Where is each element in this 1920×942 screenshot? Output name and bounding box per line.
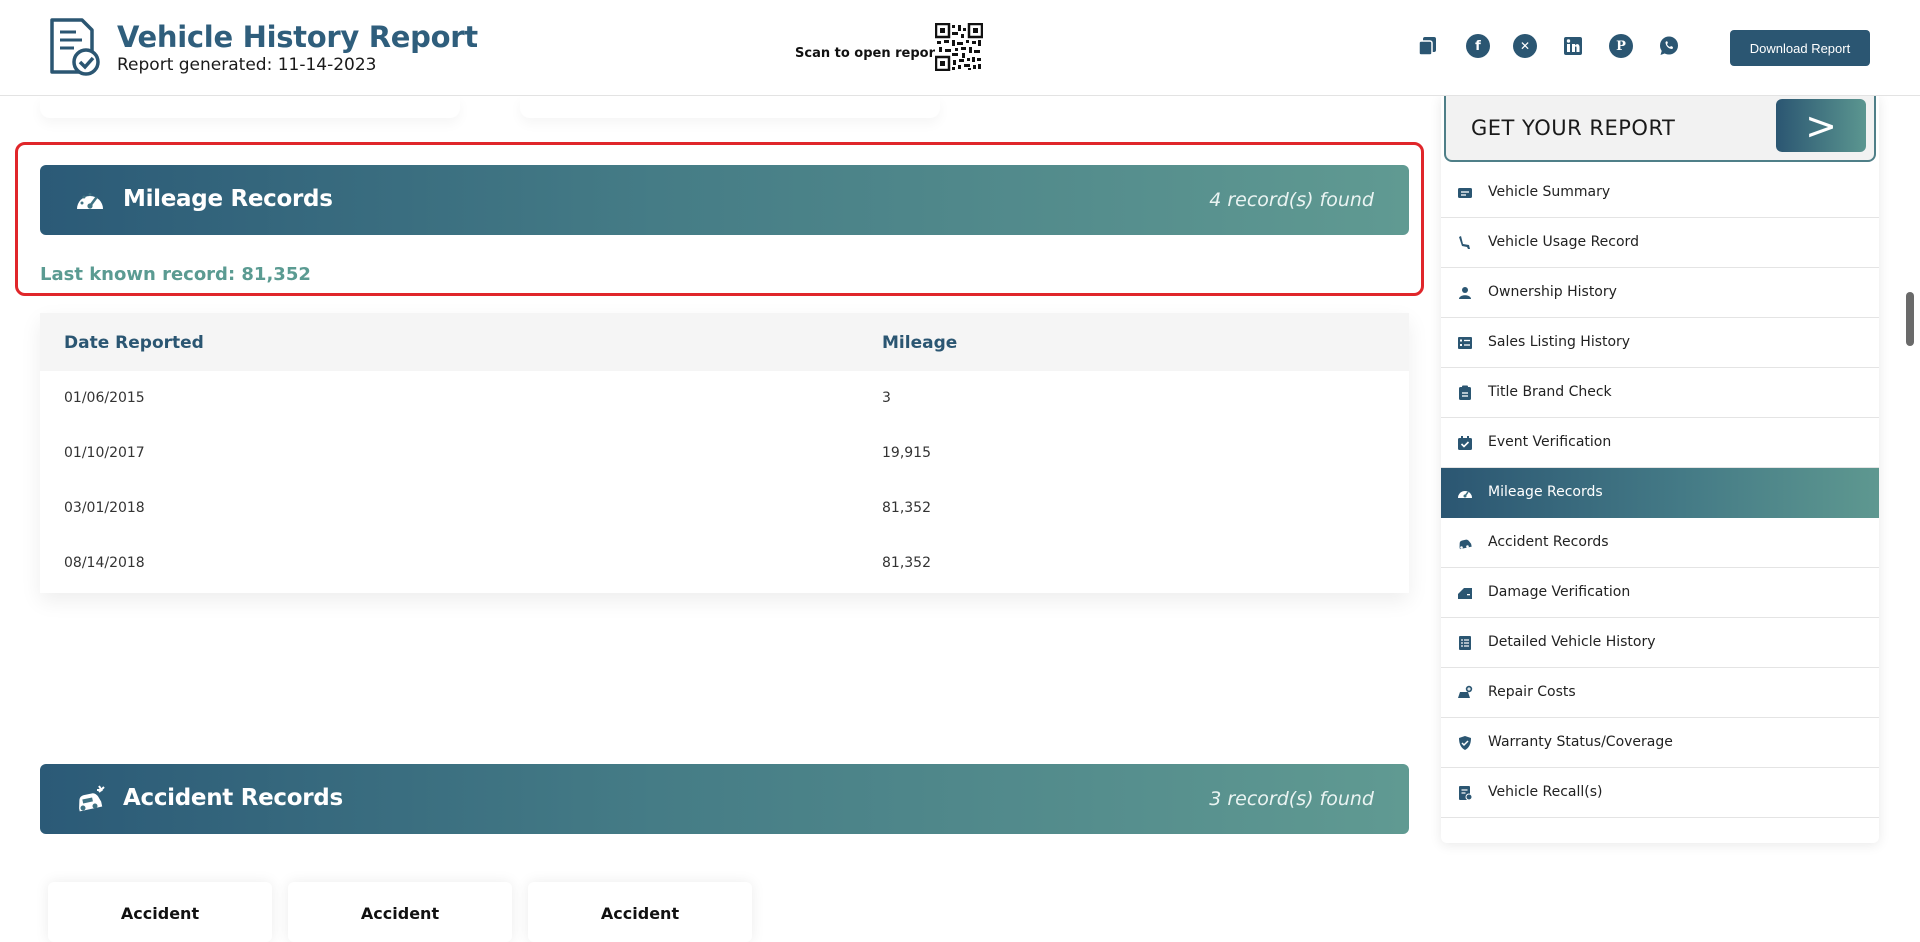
ghost-card: [520, 96, 940, 118]
qr-code-icon[interactable]: [935, 23, 983, 71]
mileage-table: Date Reported Mileage 01/06/2015 3 01/10…: [40, 313, 1409, 593]
column-header-date: Date Reported: [64, 333, 204, 353]
download-report-button[interactable]: Download Report: [1730, 30, 1870, 66]
seat-icon: [1459, 236, 1470, 249]
car-crash-icon: [79, 785, 105, 812]
ghost-card: [40, 96, 460, 118]
gauge-icon: [77, 193, 103, 209]
copy-icon[interactable]: [1416, 34, 1440, 58]
table-row: 08/14/2018 81,352: [40, 536, 1409, 591]
calendar-check-icon: [1458, 436, 1472, 450]
accident-card[interactable]: Accident: [528, 882, 752, 942]
table-row: 01/10/2017 19,915: [40, 426, 1409, 481]
sidebar-item-warranty[interactable]: Warranty Status/Coverage: [1441, 718, 1879, 768]
person-icon: [1459, 287, 1471, 299]
accident-card-title: Accident: [360, 904, 440, 923]
pinterest-icon[interactable]: P: [1609, 34, 1633, 58]
detail-list-icon: [1459, 636, 1471, 650]
sidebar-item-label: Warranty Status/Coverage: [1488, 734, 1673, 750]
sidebar-item-label: Vehicle Recall(s): [1488, 784, 1603, 800]
mileage-records-banner: Mileage Records 4 record(s) found: [40, 165, 1409, 235]
sidebar-nav: Vehicle Summary Vehicle Usage Record Own…: [1441, 168, 1879, 818]
sidebar-item-label: Title Brand Check: [1488, 384, 1612, 400]
sidebar-item-label: Accident Records: [1488, 534, 1609, 550]
sidebar-item-damage-verification[interactable]: Damage Verification: [1441, 568, 1879, 618]
x-icon[interactable]: ✕: [1513, 34, 1537, 58]
shield-check-icon: [1459, 736, 1471, 750]
sidebar-item-vehicle-summary[interactable]: Vehicle Summary: [1441, 168, 1879, 218]
sidebar-item-label: Detailed Vehicle History: [1488, 634, 1656, 650]
cta-label: GET YOUR REPORT: [1471, 116, 1676, 140]
list-icon: [1458, 337, 1472, 349]
car-door-icon: [1458, 588, 1472, 599]
scan-label: Scan to open report:: [795, 46, 947, 61]
section-title: Accident Records: [123, 785, 343, 811]
cell-date: 03/01/2018: [64, 500, 145, 516]
sidebar-item-ownership[interactable]: Ownership History: [1441, 268, 1879, 318]
accident-card-title: Accident: [120, 904, 200, 923]
gauge-icon: [1458, 491, 1472, 498]
cell-mileage: 81,352: [882, 500, 931, 516]
cell-date: 08/14/2018: [64, 555, 145, 571]
whatsapp-icon[interactable]: [1657, 34, 1681, 58]
sidebar-item-label: Damage Verification: [1488, 584, 1631, 600]
sidebar-item-label: Ownership History: [1488, 284, 1617, 300]
cell-mileage: 19,915: [882, 445, 931, 461]
sidebar-item-label: Sales Listing History: [1488, 334, 1631, 350]
sidebar-item-sales-listing[interactable]: Sales Listing History: [1441, 318, 1879, 368]
sidebar-item-detailed-history[interactable]: Detailed Vehicle History: [1441, 618, 1879, 668]
sidebar-item-label: Event Verification: [1488, 434, 1612, 450]
sidebar-item-label: Mileage Records: [1488, 484, 1603, 500]
cell-date: 01/06/2015: [64, 390, 145, 406]
record-count: 3 record(s) found: [1209, 788, 1374, 810]
column-header-mileage: Mileage: [882, 333, 958, 353]
clipboard-icon: [1459, 385, 1471, 400]
table-header: Date Reported Mileage: [40, 313, 1409, 371]
cell-mileage: 81,352: [882, 555, 931, 571]
car-crash-icon: [1459, 539, 1472, 550]
top-header: Vehicle History Report Report generated:…: [0, 0, 1920, 96]
section-title: Mileage Records: [123, 186, 333, 212]
summary-card-icon: [1458, 188, 1472, 198]
table-row: 03/01/2018 81,352: [40, 481, 1409, 536]
sidebar-item-label: Vehicle Summary: [1488, 184, 1611, 200]
get-your-report-banner[interactable]: GET YOUR REPORT >: [1444, 96, 1876, 162]
sidebar-item-accident-records[interactable]: Accident Records: [1441, 518, 1879, 568]
accident-card[interactable]: Accident: [48, 882, 272, 942]
sidebar-item-repair-costs[interactable]: Repair Costs: [1441, 668, 1879, 718]
sidebar-item-vehicle-usage[interactable]: Vehicle Usage Record: [1441, 218, 1879, 268]
sidebar-item-label: Repair Costs: [1488, 684, 1576, 700]
cta-arrow-button[interactable]: >: [1776, 99, 1866, 152]
table-row: 01/06/2015 3: [40, 371, 1409, 426]
report-date: Report generated: 11-14-2023: [117, 55, 377, 75]
facebook-icon[interactable]: f: [1466, 34, 1490, 58]
sidebar-item-label: Vehicle Usage Record: [1488, 234, 1639, 250]
accident-records-banner: Accident Records 3 record(s) found: [40, 764, 1409, 834]
cell-mileage: 3: [882, 390, 891, 406]
report-logo-icon: [50, 18, 100, 76]
page-title: Vehicle History Report: [117, 20, 478, 54]
sidebar-item-event-verification[interactable]: Event Verification: [1441, 418, 1879, 468]
page-scrollbar[interactable]: [1906, 292, 1914, 346]
sidebar-item-title-brand[interactable]: Title Brand Check: [1441, 368, 1879, 418]
recall-icon: [1459, 786, 1473, 801]
sidebar-item-mileage-records[interactable]: Mileage Records: [1441, 468, 1879, 518]
report-sidebar: GET YOUR REPORT > Vehicle Summary Vehicl…: [1441, 96, 1879, 843]
accident-card[interactable]: Accident: [288, 882, 512, 942]
cell-date: 01/10/2017: [64, 445, 145, 461]
repair-icon: [1458, 685, 1473, 698]
record-count: 4 record(s) found: [1209, 189, 1374, 211]
sidebar-item-recalls[interactable]: Vehicle Recall(s): [1441, 768, 1879, 818]
accident-card-title: Accident: [600, 904, 680, 923]
linkedin-icon[interactable]: [1561, 34, 1585, 58]
last-known-record: Last known record: 81,352: [40, 264, 311, 285]
